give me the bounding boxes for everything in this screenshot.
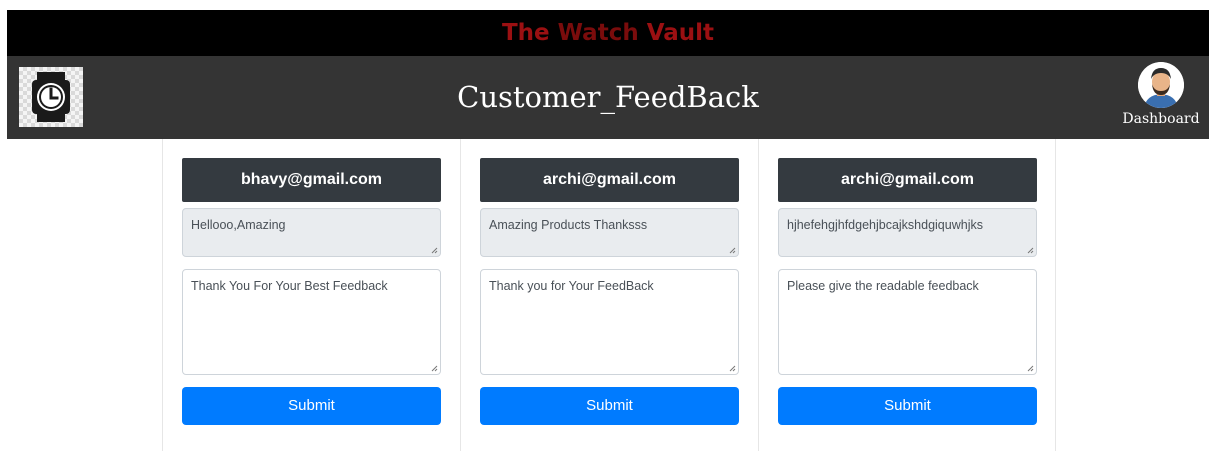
customer-message-text: Hellooo,Amazing <box>191 218 286 232</box>
resize-grip-icon[interactable] <box>430 246 438 254</box>
customer-message-text: hjhefehgjhfdgehjbcajkshdgiquwhjks <box>787 218 983 232</box>
customer-message-field: Amazing Products Thanksss <box>480 208 739 257</box>
customer-message-field: Hellooo,Amazing <box>182 208 441 257</box>
brand-bar: The Watch Vault <box>7 10 1209 56</box>
resize-grip-icon[interactable] <box>430 364 438 372</box>
dashboard-link[interactable]: Dashboard <box>1121 62 1201 127</box>
brand-title-part1: The <box>501 20 558 46</box>
resize-grip-icon[interactable] <box>728 364 736 372</box>
feedback-card: archi@gmail.com hjhefehgjhfdgehjbcajkshd… <box>758 139 1056 451</box>
reply-text[interactable]: Please give the readable feedback <box>787 279 979 293</box>
submit-button[interactable]: Submit <box>778 387 1037 425</box>
reply-textarea[interactable]: Thank You For Your Best Feedback <box>182 269 441 375</box>
customer-message-field: hjhefehgjhfdgehjbcajkshdgiquwhjks <box>778 208 1037 257</box>
dashboard-label[interactable]: Dashboard <box>1122 111 1199 127</box>
submit-button[interactable]: Submit <box>182 387 441 425</box>
brand-title-part2: Watch <box>557 20 639 46</box>
reply-textarea[interactable]: Please give the readable feedback <box>778 269 1037 375</box>
user-avatar-icon[interactable] <box>1138 62 1184 108</box>
feedback-card: bhavy@gmail.com Hellooo,Amazing Thank Yo… <box>162 139 460 451</box>
feedback-cards: bhavy@gmail.com Hellooo,Amazing Thank Yo… <box>162 139 1057 451</box>
reply-text[interactable]: Thank You For Your Best Feedback <box>191 279 388 293</box>
resize-grip-icon[interactable] <box>1026 364 1034 372</box>
brand-title: The Watch Vault <box>502 10 714 56</box>
customer-email: archi@gmail.com <box>778 158 1037 202</box>
brand-title-part3: Vault <box>638 20 715 46</box>
resize-grip-icon[interactable] <box>728 246 736 254</box>
customer-email: bhavy@gmail.com <box>182 158 441 202</box>
resize-grip-icon[interactable] <box>1026 246 1034 254</box>
reply-text[interactable]: Thank you for Your FeedBack <box>489 279 654 293</box>
submit-button[interactable]: Submit <box>480 387 739 425</box>
customer-email: archi@gmail.com <box>480 158 739 202</box>
reply-textarea[interactable]: Thank you for Your FeedBack <box>480 269 739 375</box>
feedback-card: archi@gmail.com Amazing Products Thankss… <box>460 139 758 451</box>
customer-message-text: Amazing Products Thanksss <box>489 218 648 232</box>
page-header: Customer_FeedBack Dashboard <box>7 56 1209 139</box>
page-title: Customer_FeedBack <box>457 80 759 114</box>
